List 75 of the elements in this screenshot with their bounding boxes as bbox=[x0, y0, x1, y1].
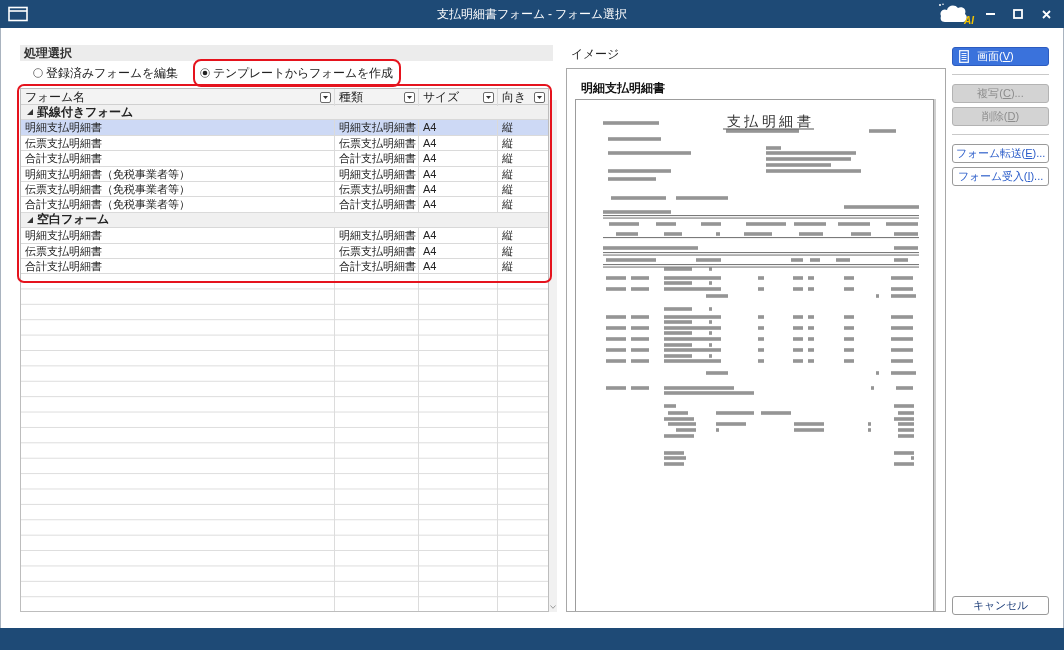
filter-dropdown-button[interactable] bbox=[404, 92, 415, 103]
table-cell: 伝票支払明細書 bbox=[335, 243, 419, 258]
table-cell-text: 縦 bbox=[501, 258, 514, 274]
radio-option[interactable]: テンプレートからフォームを作成 bbox=[200, 64, 393, 82]
document-icon bbox=[959, 50, 969, 63]
table-cell-text: 縦 bbox=[501, 151, 514, 166]
table-cell: 伝票支払明細書 bbox=[21, 243, 335, 258]
table-cell: 合計支払明細書 bbox=[21, 258, 335, 274]
table-cell: 合計支払明細書 bbox=[335, 151, 419, 166]
table-cell-text: 縦 bbox=[501, 135, 514, 151]
table-cell: 伝票支払明細書 bbox=[335, 181, 419, 197]
window-title: 支払明細書フォーム - フォーム選択 bbox=[436, 5, 628, 23]
logo-text: AI bbox=[964, 15, 974, 26]
table-cell: A4 bbox=[419, 135, 498, 151]
table-cell: 明細支払明細書 bbox=[335, 228, 419, 243]
action-button[interactable]: フォーム受入(I)... bbox=[952, 167, 1049, 186]
preview-heading: 明細支払明細書 bbox=[581, 80, 666, 97]
chevron-down-icon bbox=[550, 605, 556, 609]
column-header: サイズ bbox=[423, 89, 459, 106]
cancel-button[interactable]: キャンセル bbox=[952, 596, 1049, 615]
radio-option[interactable]: 登録済みフォームを編集 bbox=[33, 64, 178, 82]
table-cell-text: 縦 bbox=[501, 166, 514, 181]
close-icon bbox=[1041, 9, 1051, 19]
table-cell: A4 bbox=[419, 166, 498, 181]
table-cell-text: 縦 bbox=[501, 181, 514, 197]
window-icon bbox=[8, 6, 28, 22]
filter-dropdown-button[interactable] bbox=[320, 92, 331, 103]
group-label: 空白フォーム bbox=[37, 211, 109, 229]
table-cell: 伝票支払明細書 bbox=[335, 135, 419, 151]
table-cell: A4 bbox=[419, 197, 498, 212]
expander-icon[interactable] bbox=[27, 109, 33, 116]
panel-label: イメージ bbox=[570, 46, 620, 63]
caret-icon bbox=[407, 96, 412, 99]
group-label: 罫線付きフォーム bbox=[37, 103, 133, 121]
action-button[interactable]: フォーム転送(E)... bbox=[952, 144, 1049, 163]
maximize-icon bbox=[1013, 9, 1023, 19]
table-cell: 明細支払明細書 bbox=[335, 166, 419, 181]
table-cell: 合計支払明細書 bbox=[21, 151, 335, 166]
table-cell: 合計支払明細書 bbox=[335, 197, 419, 212]
table-cell: 伝票支払明細書（免税事業者等） bbox=[21, 181, 335, 197]
table-row[interactable]: 合計支払明細書 合計支払明細書 A4 縦 bbox=[21, 151, 548, 167]
section-heading: 処理選択 bbox=[20, 45, 553, 61]
column-header: フォーム名 bbox=[25, 89, 85, 106]
table-cell: A4 bbox=[419, 181, 498, 197]
caret-icon bbox=[486, 96, 491, 99]
table-row[interactable]: 合計支払明細書（免税事業者等） 合計支払明細書 A4 縦 bbox=[21, 197, 548, 213]
table-cell: A4 bbox=[419, 258, 498, 274]
table-cell: A4 bbox=[419, 151, 498, 166]
filter-dropdown-button[interactable] bbox=[483, 92, 494, 103]
scrollbar[interactable] bbox=[549, 100, 557, 612]
table-cell: 明細支払明細書 bbox=[335, 120, 419, 135]
caret-icon bbox=[537, 96, 542, 99]
table-cell-text: 縦 bbox=[501, 197, 514, 212]
column-header: 種類 bbox=[339, 89, 363, 106]
table-cell-text: 縦 bbox=[501, 228, 514, 243]
column-header: 向き bbox=[502, 89, 526, 106]
table-cell-text: 縦 bbox=[501, 243, 514, 258]
minimize-icon bbox=[985, 13, 995, 15]
table-cell: 明細支払明細書 bbox=[21, 228, 335, 243]
table-cell: 合計支払明細書 bbox=[335, 258, 419, 274]
table-cell: A4 bbox=[419, 243, 498, 258]
table-cell: 明細支払明細書（免税事業者等） bbox=[21, 166, 335, 181]
caret-icon bbox=[323, 96, 328, 99]
table-cell: A4 bbox=[419, 120, 498, 135]
table-cell: A4 bbox=[419, 228, 498, 243]
document-title: 支 払 明 細 書 bbox=[726, 114, 811, 129]
table-row[interactable]: 明細支払明細書 明細支払明細書 A4 縦 bbox=[21, 120, 548, 136]
table-cell-text: 縦 bbox=[501, 120, 514, 135]
action-button[interactable]: 画面(V) bbox=[952, 47, 1049, 66]
table-cell: 合計支払明細書（免税事業者等） bbox=[21, 197, 335, 212]
filter-dropdown-button[interactable] bbox=[534, 92, 545, 103]
table-row[interactable]: 明細支払明細書 明細支払明細書 A4 縦 bbox=[21, 228, 548, 244]
table-cell: 伝票支払明細書 bbox=[21, 135, 335, 151]
table-cell: 明細支払明細書 bbox=[21, 120, 335, 135]
expander-icon[interactable] bbox=[27, 216, 33, 223]
